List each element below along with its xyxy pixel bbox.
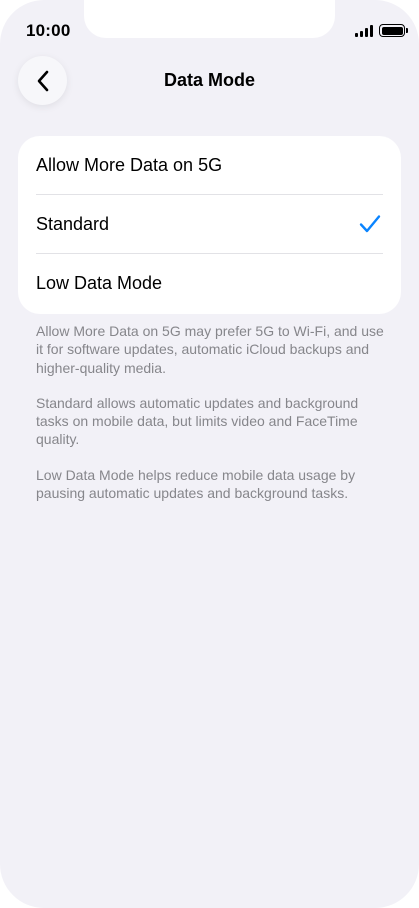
description-allow-more-data: Allow More Data on 5G may prefer 5G to W…: [36, 323, 384, 376]
description-low-data-mode: Low Data Mode helps reduce mobile data u…: [36, 466, 356, 502]
option-low-data-mode[interactable]: Low Data Mode: [18, 254, 401, 313]
cellular-signal-icon: [355, 24, 373, 37]
notch: [84, 0, 335, 38]
page-title: Data Mode: [163, 70, 255, 90]
status-bar: 10:00: [0, 0, 419, 56]
option-descriptions: Allow More Data on 5G may prefer 5G to W…: [36, 322, 388, 519]
option-label: Standard: [36, 214, 110, 234]
option-label: Allow More Data on 5G: [36, 155, 223, 175]
option-standard[interactable]: Standard: [18, 195, 401, 254]
status-icons: [355, 24, 408, 37]
data-mode-options: Allow More Data on 5G Standard Low Data …: [18, 136, 401, 314]
phone-screen: 10:00 Data Mode Allow More Data on 5G St…: [0, 0, 419, 908]
status-time: 10:00: [26, 21, 71, 40]
option-allow-more-data[interactable]: Allow More Data on 5G: [18, 136, 401, 195]
description-standard: Standard allows automatic updates and ba…: [36, 394, 359, 448]
navigation-bar: Data Mode: [0, 56, 419, 108]
checkmark-icon: [359, 215, 381, 233]
option-label: Low Data Mode: [36, 273, 163, 293]
battery-icon: [379, 24, 408, 37]
